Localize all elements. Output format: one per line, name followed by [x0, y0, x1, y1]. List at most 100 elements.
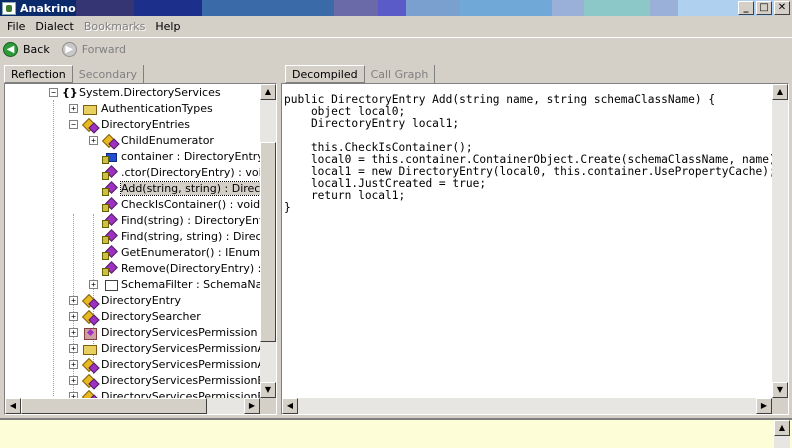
code-line: } — [284, 201, 291, 214]
menu-help[interactable]: Help — [150, 20, 185, 33]
tree-node-label: Find(string, string) : DirectoryEntry — [121, 229, 261, 243]
tab-call-graph[interactable]: Call Graph — [365, 65, 436, 83]
scroll-right-icon[interactable]: ▶ — [756, 398, 772, 414]
enum-icon — [82, 342, 98, 355]
tree-node[interactable]: + ChildEnumerator — [89, 132, 214, 148]
back-arrow-icon: ◀ — [3, 42, 18, 57]
tree-vscroll-thumb[interactable] — [260, 142, 276, 342]
back-button[interactable]: ◀ Back — [3, 42, 50, 57]
expand-icon[interactable]: + — [69, 103, 78, 113]
tree-hscroll-thumb[interactable] — [21, 398, 207, 414]
scroll-down-icon[interactable]: ▼ — [772, 382, 788, 398]
title-gradient-segment — [584, 0, 650, 16]
scroll-up-icon[interactable]: ▲ — [774, 420, 790, 436]
menu-dialect[interactable]: Dialect — [30, 20, 78, 33]
scroll-down-icon[interactable]: ▼ — [260, 382, 276, 398]
tree-node[interactable]: Find(string) : DirectoryEntry — [89, 212, 261, 228]
expand-icon[interactable]: + — [69, 295, 78, 305]
toolbar: ◀ Back ▶ Forward — [0, 37, 792, 61]
forward-arrow-icon: ▶ — [61, 42, 77, 57]
tree-node-label: DirectorySearcher — [101, 309, 201, 323]
code-line: DirectoryEntry local1; — [284, 117, 460, 130]
tree-vertical-scrollbar[interactable]: ▲ ▼ — [260, 84, 276, 398]
scroll-right-icon[interactable]: ▶ — [244, 398, 260, 414]
class-icon — [82, 358, 98, 371]
title-gradient-segment — [406, 0, 460, 16]
tree-node[interactable]: Add(string, string) : DirectoryEntry — [89, 180, 261, 196]
minimize-button[interactable]: _ — [738, 1, 754, 15]
tree-node[interactable]: + DirectoryServicesPermissionAccess — [69, 340, 261, 356]
menu-bookmarks[interactable]: Bookmarks — [79, 20, 150, 33]
title-gradient-segment — [334, 0, 378, 16]
tab-reflection[interactable]: Reflection — [4, 65, 73, 83]
app-icon — [2, 1, 16, 15]
tree-node[interactable]: −{} System.DirectoryServices — [49, 84, 221, 100]
code-horizontal-scrollbar[interactable]: ◀ ▶ — [282, 398, 772, 414]
class-icon — [82, 310, 98, 323]
scroll-corner — [772, 398, 788, 414]
tree-node-label: DirectoryServicesPermissionAttribute — [101, 357, 261, 371]
maximize-button[interactable]: □ — [756, 1, 772, 15]
forward-button[interactable]: ▶ Forward — [61, 42, 126, 57]
title-segment: Anakrino — [0, 0, 76, 16]
expand-icon[interactable]: + — [69, 327, 78, 337]
right-tab-strip: Decompiled Call Graph — [285, 63, 436, 83]
expand-icon[interactable]: + — [69, 311, 78, 321]
tree-node[interactable]: GetEnumerator() : IEnumerator — [89, 244, 261, 260]
tree-node-label: DirectoryEntries — [101, 117, 191, 131]
tree-node-label: DirectoryEntry — [101, 293, 181, 307]
collapse-icon[interactable]: − — [69, 119, 78, 129]
expand-icon[interactable]: + — [89, 135, 98, 145]
menu-file[interactable]: File — [2, 20, 30, 33]
menu-bar: File Dialect Bookmarks Help — [0, 16, 792, 36]
left-tab-strip: Reflection Secondary — [4, 63, 144, 83]
window-controls: _ □ ✕ — [736, 0, 792, 16]
scroll-left-icon[interactable]: ◀ — [5, 398, 21, 414]
tree-node[interactable]: Find(string, string) : DirectoryEntry — [89, 228, 261, 244]
tree-node[interactable]: + DirectoryEntry — [69, 292, 181, 308]
expand-icon[interactable]: + — [69, 375, 78, 385]
expand-icon[interactable]: + — [69, 343, 78, 353]
close-button[interactable]: ✕ — [774, 1, 790, 15]
tree-node[interactable]: +DirectoryServicesPermissionEntryCollect… — [69, 388, 261, 398]
class-icon — [82, 118, 98, 131]
forward-label: Forward — [81, 43, 126, 56]
tab-secondary[interactable]: Secondary — [73, 65, 144, 83]
reflection-tree-pane: −{} System.DirectoryServices + Authenticati… — [4, 83, 277, 415]
tree-node-label: DirectoryServicesPermissionAccess — [101, 341, 261, 355]
title-bar: Anakrino — [0, 0, 792, 16]
tree-horizontal-scrollbar[interactable]: ◀ ▶ — [5, 398, 260, 414]
tree-node[interactable]: + SchemaFilter : SchemaNameCollection — [89, 276, 261, 292]
output-vertical-scrollbar[interactable]: ▲ — [774, 420, 790, 448]
tree-node[interactable]: CheckIsContainer() : void — [89, 196, 260, 212]
code-vertical-scrollbar[interactable]: ▲ ▼ — [772, 84, 788, 398]
tree-node[interactable]: + DirectoryServicesPermissionEntry — [69, 372, 261, 388]
tab-decompiled[interactable]: Decompiled — [285, 65, 365, 83]
scroll-left-icon[interactable]: ◀ — [282, 398, 298, 414]
tree-node[interactable]: + DirectoryServicesPermission — [69, 324, 257, 340]
code-view[interactable]: public DirectoryEntry Add(string name, s… — [284, 94, 772, 214]
tree-node[interactable]: .ctor(DirectoryEntry) : void — [89, 164, 261, 180]
scroll-up-icon[interactable]: ▲ — [772, 84, 788, 100]
title-gradient-segment — [268, 0, 334, 16]
tree-node[interactable]: − DirectoryEntries — [69, 116, 190, 132]
tree-node[interactable]: + DirectorySearcher — [69, 308, 201, 324]
title-gradient-segment — [650, 0, 678, 16]
tree-node[interactable]: + AuthenticationTypes — [69, 100, 213, 116]
scroll-up-icon[interactable]: ▲ — [260, 84, 276, 100]
tree-node-label: Add(string, string) : DirectoryEntry — [120, 180, 261, 196]
class-icon — [82, 374, 98, 387]
permission-icon — [82, 326, 98, 340]
collapse-icon[interactable]: − — [49, 87, 58, 97]
expand-icon[interactable]: + — [89, 279, 98, 289]
tree-node[interactable]: + DirectoryServicesPermissionAttribute — [69, 356, 261, 372]
tree-node[interactable]: container : DirectoryEntry — [89, 148, 261, 164]
field-icon — [102, 150, 118, 164]
title-gradient-segment — [134, 0, 202, 16]
expand-icon[interactable]: + — [69, 359, 78, 369]
method-icon — [102, 166, 118, 180]
tree-node[interactable]: Remove(DirectoryEntry) : void — [89, 260, 261, 276]
method-icon — [102, 182, 118, 196]
output-panel: ▲ — [0, 418, 792, 448]
assembly-tree: −{} System.DirectoryServices + Authenticati… — [5, 84, 261, 398]
